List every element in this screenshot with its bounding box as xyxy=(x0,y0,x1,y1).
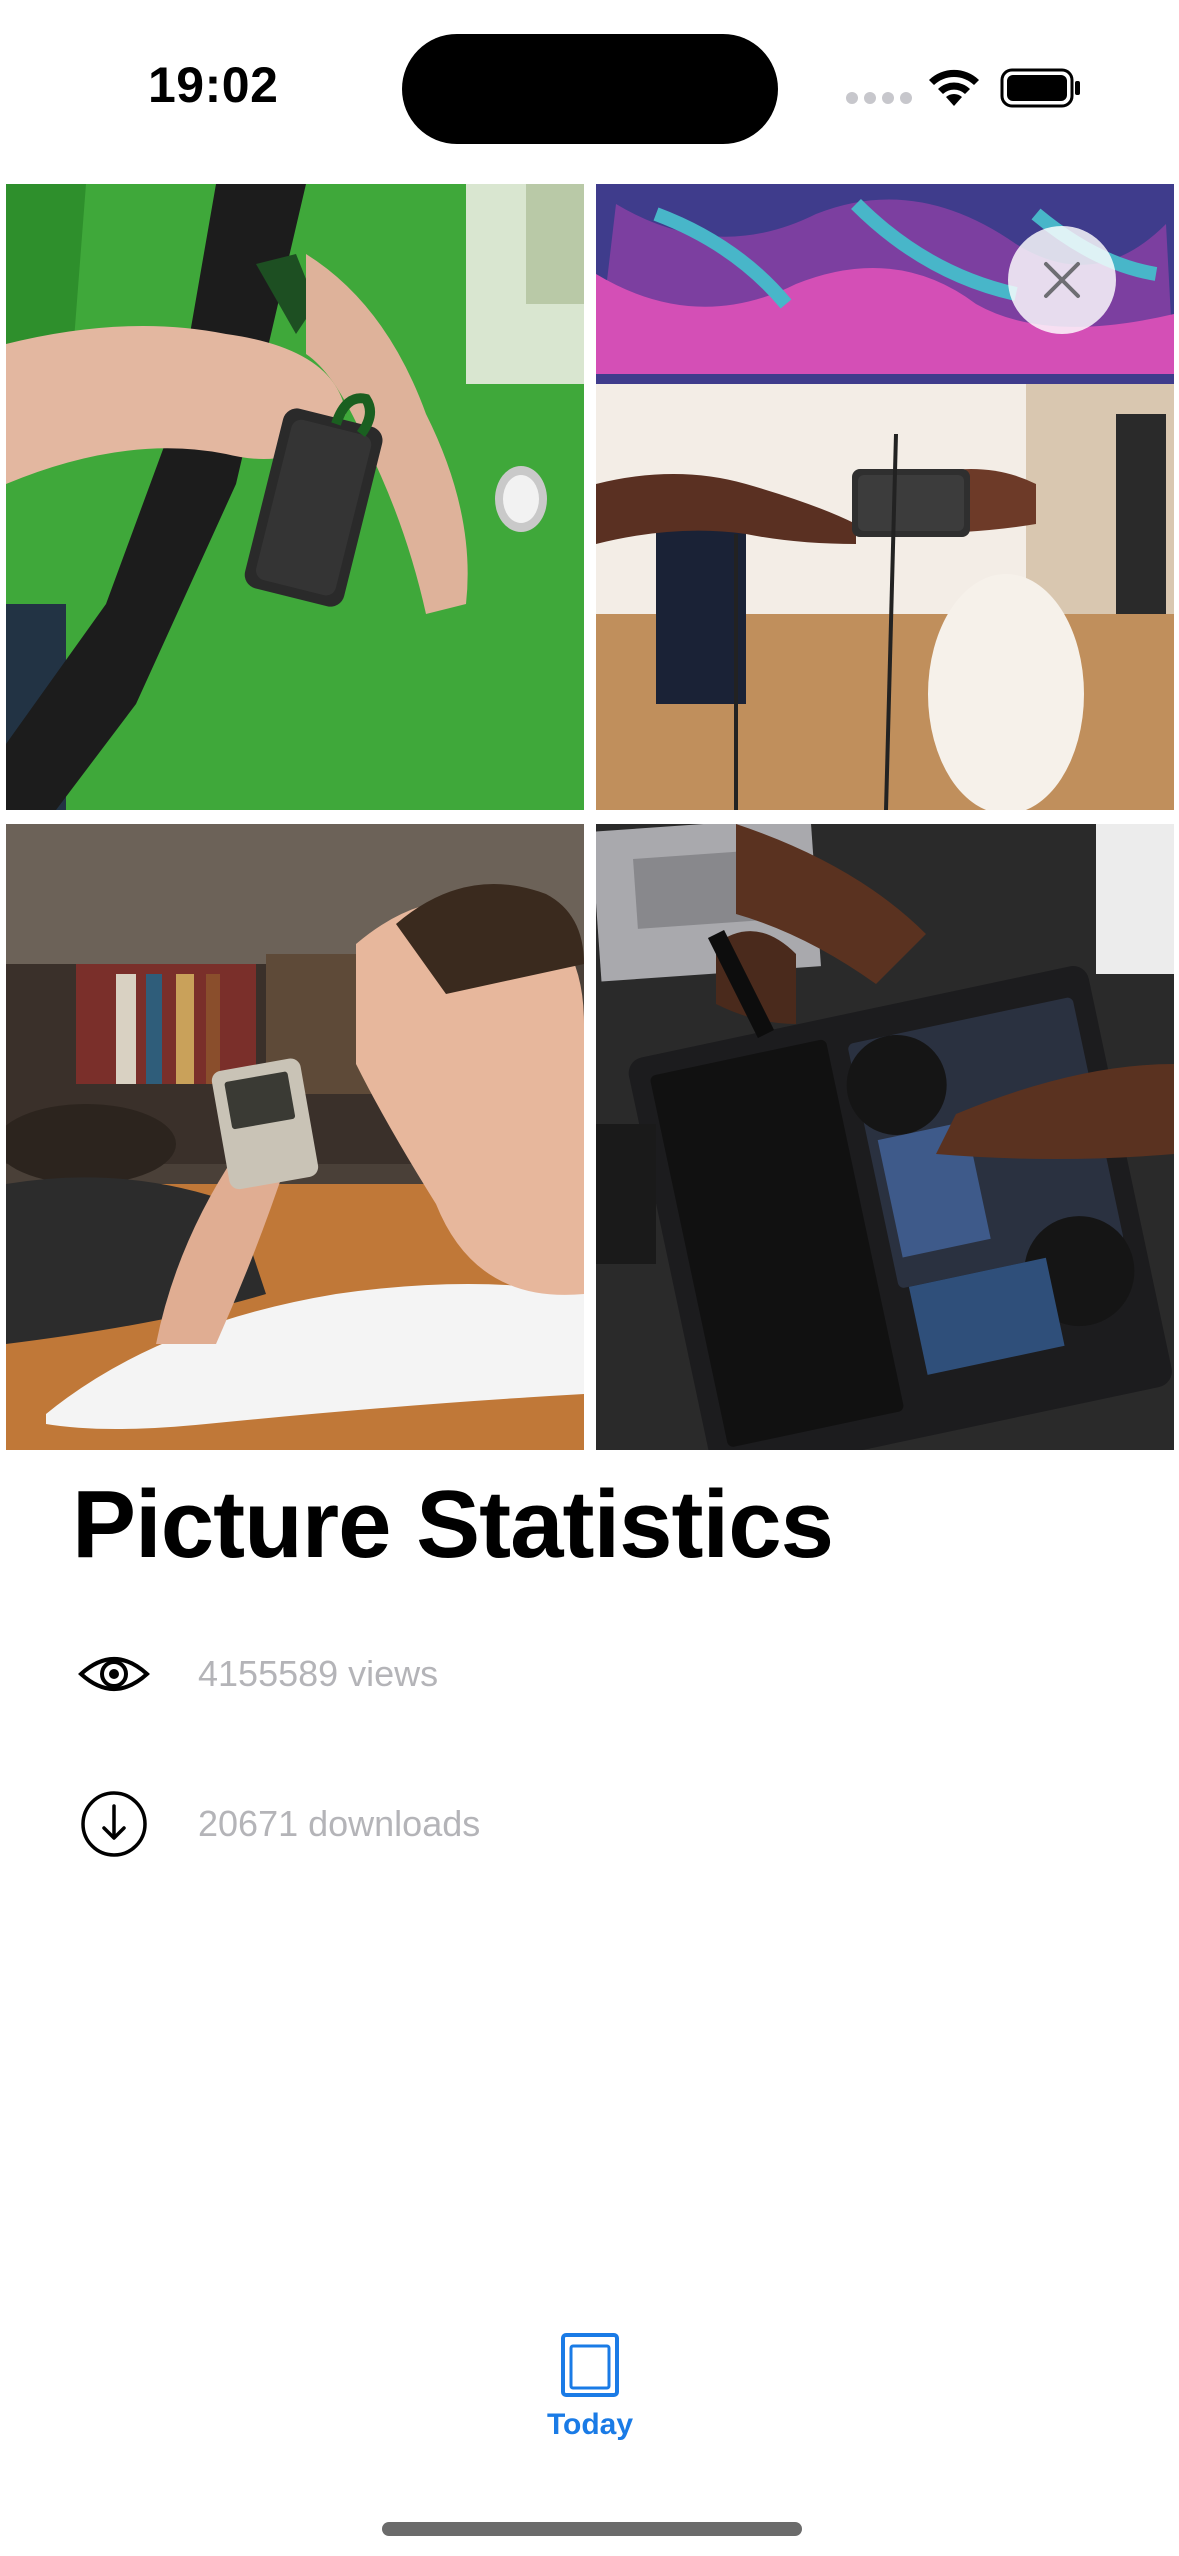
close-icon xyxy=(1044,262,1080,298)
home-indicator[interactable] xyxy=(382,2522,802,2536)
today-icon xyxy=(561,2333,619,2397)
close-button[interactable] xyxy=(1008,226,1116,334)
downloads-stat: 20671 downloads xyxy=(76,1786,480,1862)
download-icon xyxy=(76,1786,152,1862)
views-count: 4155589 views xyxy=(198,1653,439,1694)
cellular-signal-icon xyxy=(846,92,912,104)
tab-today[interactable]: Today xyxy=(520,2332,660,2442)
dynamic-island xyxy=(402,34,778,144)
tab-today-label: Today xyxy=(546,2408,634,2441)
wifi-icon xyxy=(929,69,979,106)
eye-icon xyxy=(76,1636,152,1712)
person-holding-ssd-photo[interactable] xyxy=(6,184,584,810)
photo-grid xyxy=(6,184,1174,1450)
page-title: Picture Statistics xyxy=(72,1471,834,1578)
views-stat: 4155589 views xyxy=(76,1636,438,1712)
battery-icon xyxy=(1000,68,1080,108)
downloads-count: 20671 downloads xyxy=(198,1803,481,1844)
laptop-repair-photo[interactable] xyxy=(596,824,1174,1450)
status-bar: 19:02 xyxy=(0,0,1179,170)
status-time: 19:02 xyxy=(148,57,279,113)
handheld-console-photo[interactable] xyxy=(6,824,584,1450)
